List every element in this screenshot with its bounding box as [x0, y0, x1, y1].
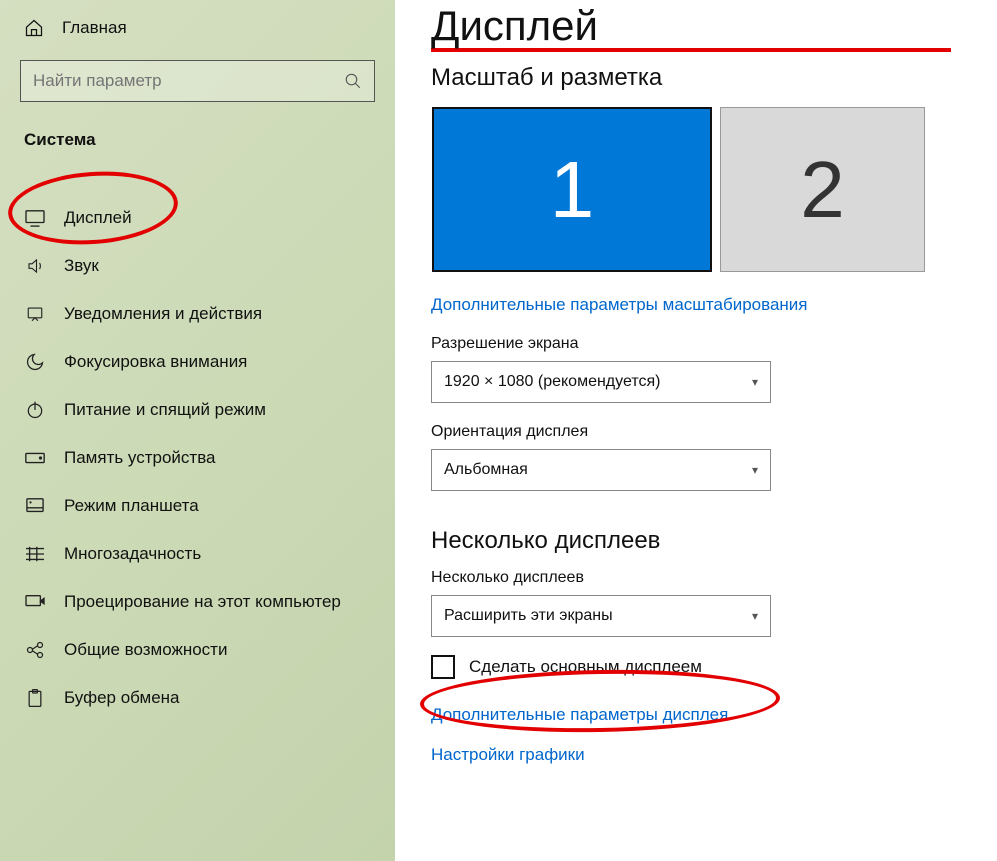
make-primary-row[interactable]: Сделать основным дисплеем [431, 655, 961, 679]
orientation-label: Ориентация дисплея [431, 423, 961, 441]
sidebar-item-focus[interactable]: Фокусировка внимания [20, 338, 375, 386]
sidebar-home[interactable]: Главная [24, 18, 375, 38]
monitor-arrangement[interactable]: 1 2 [431, 106, 961, 273]
shared-icon [24, 640, 46, 660]
sidebar-item-power[interactable]: Питание и спящий режим [20, 386, 375, 434]
sidebar-item-label: Общие возможности [64, 640, 227, 660]
resolution-label: Разрешение экрана [431, 335, 961, 353]
chevron-down-icon: ▾ [752, 375, 758, 389]
sidebar-item-label: Питание и спящий режим [64, 400, 266, 420]
make-primary-checkbox[interactable] [431, 655, 455, 679]
multi-section-title: Несколько дисплеев [431, 527, 961, 555]
sidebar-section-header: Система [24, 130, 375, 150]
sidebar-item-label: Буфер обмена [64, 688, 180, 708]
advanced-scaling-link[interactable]: Дополнительные параметры масштабирования [431, 295, 807, 315]
sidebar-item-label: Фокусировка внимания [64, 352, 247, 372]
orientation-dropdown[interactable]: Альбомная ▾ [431, 449, 771, 491]
make-primary-label: Сделать основным дисплеем [469, 657, 702, 677]
tablet-icon [24, 497, 46, 515]
sidebar-item-project[interactable]: Проецирование на этот компьютер [20, 578, 375, 626]
chevron-down-icon: ▾ [752, 463, 758, 477]
home-icon [24, 18, 44, 38]
settings-sidebar: Главная Система Дисплей Звук Уведомления… [0, 0, 395, 861]
search-input-container[interactable] [20, 60, 375, 102]
sidebar-item-sound[interactable]: Звук [20, 242, 375, 290]
sidebar-item-label: Режим планшета [64, 496, 199, 516]
clipboard-icon [24, 688, 46, 708]
sidebar-item-clipboard[interactable]: Буфер обмена [20, 674, 375, 722]
monitor-2[interactable]: 2 [720, 107, 925, 272]
resolution-dropdown[interactable]: 1920 × 1080 (рекомендуется) ▾ [431, 361, 771, 403]
multitask-icon [24, 545, 46, 563]
sidebar-item-notifications[interactable]: Уведомления и действия [20, 290, 375, 338]
multi-displays-dropdown[interactable]: Расширить эти экраны ▾ [431, 595, 771, 637]
project-icon [24, 593, 46, 611]
sidebar-item-multitask[interactable]: Многозадачность [20, 530, 375, 578]
scale-section-title: Масштаб и разметка [431, 64, 961, 92]
home-label: Главная [62, 18, 127, 38]
main-content: Дисплей Масштаб и разметка 1 2 Дополните… [395, 0, 997, 861]
sidebar-item-label: Звук [64, 256, 99, 276]
orientation-value: Альбомная [444, 461, 528, 479]
focus-icon [24, 352, 46, 372]
power-icon [24, 400, 46, 420]
search-input[interactable] [33, 71, 344, 91]
sidebar-item-label: Память устройства [64, 448, 216, 468]
sidebar-item-tablet[interactable]: Режим планшета [20, 482, 375, 530]
chevron-down-icon: ▾ [752, 609, 758, 623]
multi-displays-value: Расширить эти экраны [444, 607, 613, 625]
search-icon [344, 72, 362, 90]
sidebar-item-shared[interactable]: Общие возможности [20, 626, 375, 674]
sidebar-item-label: Многозадачность [64, 544, 201, 564]
graphics-settings-link[interactable]: Настройки графики [431, 745, 585, 765]
sidebar-item-label: Уведомления и действия [64, 304, 262, 324]
sidebar-item-label: Проецирование на этот компьютер [64, 592, 341, 612]
notifications-icon [24, 305, 46, 323]
display-icon [24, 209, 46, 227]
storage-icon [24, 451, 46, 465]
page-title: Дисплей [431, 0, 961, 50]
resolution-value: 1920 × 1080 (рекомендуется) [444, 373, 660, 391]
sidebar-item-display[interactable]: Дисплей [20, 194, 375, 242]
sidebar-item-storage[interactable]: Память устройства [20, 434, 375, 482]
advanced-display-link[interactable]: Дополнительные параметры дисплея [431, 705, 728, 725]
monitor-1[interactable]: 1 [432, 107, 712, 272]
multi-displays-label: Несколько дисплеев [431, 569, 961, 587]
sound-icon [24, 257, 46, 275]
sidebar-item-label: Дисплей [64, 208, 132, 228]
